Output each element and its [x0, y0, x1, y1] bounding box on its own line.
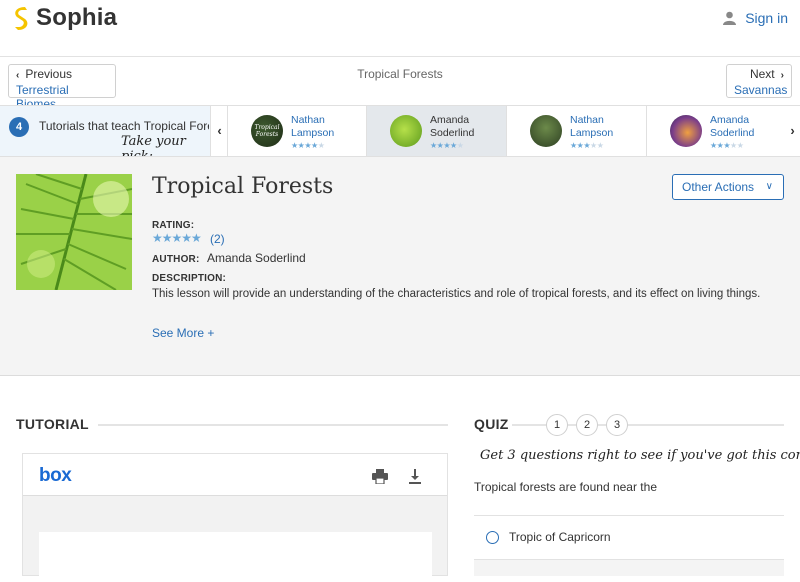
next-lesson-link: Savannas: [734, 83, 788, 97]
tutorials-strip-header: 4 Tutorials that teach Tropical Forests …: [0, 106, 210, 156]
chevron-right-icon: ›: [790, 123, 795, 138]
strip-scroll-right-button[interactable]: ›: [785, 106, 800, 156]
strip-scroll-left-button[interactable]: ‹: [210, 106, 228, 156]
chevron-left-icon: ‹: [217, 123, 222, 138]
tutorial-author: Nathan Lampson: [291, 114, 335, 139]
chevron-down-icon: ∨: [765, 181, 773, 192]
brand-name: Sophia: [36, 4, 118, 31]
author-label: AUTHOR:: [152, 254, 200, 265]
quiz-step-3: 3: [606, 414, 628, 436]
sophia-logo-icon: [15, 7, 28, 30]
tutorial-heading: TUTORIAL: [16, 416, 89, 432]
quiz-answer-option-next[interactable]: [474, 560, 784, 576]
chevron-right-icon: ›: [780, 70, 784, 81]
site-header: Sophia Sign in: [0, 0, 800, 57]
lesson-description: This lesson will provide an understandin…: [152, 288, 761, 300]
viewer-toolbar: box: [23, 454, 447, 496]
quiz-heading: QUIZ: [474, 416, 509, 432]
quiz-progress: 1 2 3: [546, 414, 636, 436]
take-your-pick-label: Take your pick:: [121, 134, 186, 156]
quiz-hint: Get 3 questions right to see if you've g…: [480, 448, 800, 463]
download-icon[interactable]: [409, 469, 421, 484]
answer-text: Tropic of Capricorn: [509, 530, 611, 544]
document-page: [39, 532, 432, 582]
quiz-step-1: 1: [546, 414, 568, 436]
rating-stars: ★★★★★: [152, 231, 202, 245]
tutorial-thumbnail: Tropical Forests: [251, 115, 283, 147]
tutorial-card[interactable]: Tropical Forests Nathan Lampson ★★★★★: [227, 106, 367, 156]
next-lesson-button[interactable]: Next › Savannas: [726, 64, 792, 98]
see-more-link[interactable]: See More +: [152, 326, 214, 340]
sign-in-label: Sign in: [745, 10, 788, 26]
box-logo: box: [39, 465, 72, 486]
quiz-answer-option[interactable]: Tropic of Capricorn: [474, 515, 784, 560]
sophia-logo[interactable]: Sophia: [10, 4, 117, 32]
tutorial-card-active[interactable]: Amanda Soderlind ★★★★★: [366, 106, 506, 156]
tutorial-divider: [98, 424, 448, 426]
tutorials-strip: 4 Tutorials that teach Tropical Forests …: [0, 105, 800, 157]
tutorial-rating: ★★★★★: [710, 141, 744, 150]
tutorial-card[interactable]: Amanda Soderlind ★★★★★: [646, 106, 786, 156]
thumbnail-caption: Tropical Forests: [254, 124, 280, 138]
lesson-overview: Tropical Forests Other Actions ∨ RATING:…: [0, 157, 800, 376]
user-icon: [723, 11, 737, 25]
print-icon[interactable]: [372, 469, 388, 484]
tutorial-count-badge: 4: [9, 117, 29, 137]
description-label: DESCRIPTION:: [152, 273, 227, 284]
radio-button-icon[interactable]: [486, 531, 499, 544]
breadcrumb-title: Tropical Forests: [357, 67, 443, 81]
rating-count-link[interactable]: (2): [210, 232, 225, 246]
sign-in-link[interactable]: Sign in: [723, 10, 788, 26]
rating-label: RATING:: [152, 220, 195, 231]
lesson-image: [16, 174, 132, 290]
tutorial-author: Nathan Lampson: [570, 114, 614, 139]
tutorial-card[interactable]: Nathan Lampson ★★★★★: [506, 106, 646, 156]
other-actions-dropdown[interactable]: Other Actions ∨: [672, 174, 784, 200]
fern-image: [16, 174, 132, 290]
tutorial-author: Amanda Soderlind: [710, 114, 755, 139]
quiz-question: Tropical forests are found near the: [474, 480, 657, 494]
quiz-step-2: 2: [576, 414, 598, 436]
author-name: Amanda Soderlind: [207, 251, 306, 265]
tutorial-thumbnail: [670, 115, 702, 147]
tutorials-strip-title: Tutorials that teach Tropical Forests: [39, 119, 209, 133]
other-actions-label: Other Actions: [682, 180, 755, 194]
tutorial-thumbnail: [390, 115, 422, 147]
lesson-title: Tropical Forests: [152, 174, 334, 199]
tutorial-rating: ★★★★★: [291, 141, 325, 150]
tutorial-author: Amanda Soderlind: [430, 114, 475, 139]
next-label: Next: [749, 67, 775, 81]
tutorial-thumbnail: [530, 115, 562, 147]
tutorial-rating: ★★★★★: [570, 141, 604, 150]
lesson-navigation: ‹ Previous Terrestrial Biomes Tropical Fo…: [0, 57, 800, 111]
document-viewer: box: [22, 453, 448, 582]
tutorial-rating: ★★★★★: [430, 141, 464, 150]
